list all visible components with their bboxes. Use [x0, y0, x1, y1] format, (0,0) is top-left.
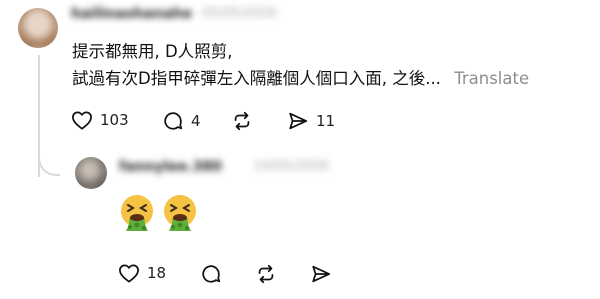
reply-username[interactable]: fannylee.380	[119, 159, 222, 175]
translate-link[interactable]: Translate	[454, 69, 529, 88]
heart-icon	[119, 264, 139, 283]
post-line-2: 試過有次D指甲碎彈左入隔離個人個口入面, 之後... Translate	[72, 65, 529, 92]
post-line-2-text: 試過有次D指甲碎彈左入隔離個人個口入面, 之後...	[72, 69, 441, 88]
reply-repost-button[interactable]	[255, 263, 277, 285]
thread-connector	[38, 150, 60, 176]
repost-button[interactable]	[231, 110, 253, 132]
heart-icon	[72, 111, 92, 130]
comment-icon	[202, 265, 221, 283]
post-line-1: 提示都無用, D人照剪,	[72, 42, 233, 61]
reply-timestamp: 10/05/2026	[254, 159, 329, 174]
share-button[interactable]: 11	[287, 110, 335, 132]
like-count: 103	[100, 111, 129, 129]
reply-like-count: 18	[147, 264, 167, 282]
reply-share-button[interactable]	[310, 263, 332, 285]
username[interactable]: hailinaohanahe	[71, 6, 192, 22]
like-button[interactable]: 103	[71, 110, 129, 130]
share-count: 11	[316, 112, 336, 130]
comment-button[interactable]: 4	[162, 110, 201, 132]
repost-icon	[234, 111, 250, 131]
nauseated-face-emoji	[164, 195, 196, 231]
reply-like-button[interactable]: 18	[118, 263, 166, 283]
avatar[interactable]	[18, 8, 58, 48]
comment-icon	[164, 112, 183, 130]
comment-count: 4	[191, 112, 201, 130]
share-icon	[312, 265, 331, 283]
reply-comment-button[interactable]	[200, 263, 222, 285]
timestamp: 05/05/2026	[202, 6, 277, 21]
reply-avatar[interactable]	[75, 157, 107, 189]
nauseated-face-emoji	[121, 195, 153, 231]
share-icon	[289, 112, 308, 130]
repost-icon	[258, 264, 274, 284]
